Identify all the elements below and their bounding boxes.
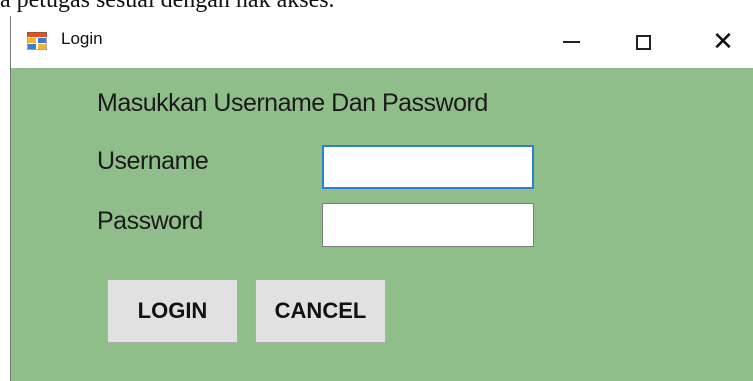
password-field[interactable] [322,203,534,247]
maximize-button[interactable] [615,20,671,64]
window-title: Login [61,29,103,48]
username-field[interactable] [322,145,534,189]
maximize-icon [635,34,651,50]
login-button[interactable]: LOGIN [107,279,238,343]
form-icon [27,32,47,50]
close-button[interactable]: ✕ [695,20,751,64]
minimize-icon [562,41,580,43]
login-window: Login ✕ Masukkan Username Dan Password U… [10,16,753,381]
cancel-button[interactable]: CANCEL [255,279,386,343]
password-label: Password [97,207,203,235]
document-text-fragment: a petugas sesuai dengan hak akses. [0,0,335,13]
username-label: Username [97,147,209,175]
close-icon: ✕ [712,27,734,57]
minimize-button[interactable] [543,20,599,64]
form-heading: Masukkan Username Dan Password [97,89,488,117]
title-bar[interactable]: Login ✕ [11,16,753,68]
